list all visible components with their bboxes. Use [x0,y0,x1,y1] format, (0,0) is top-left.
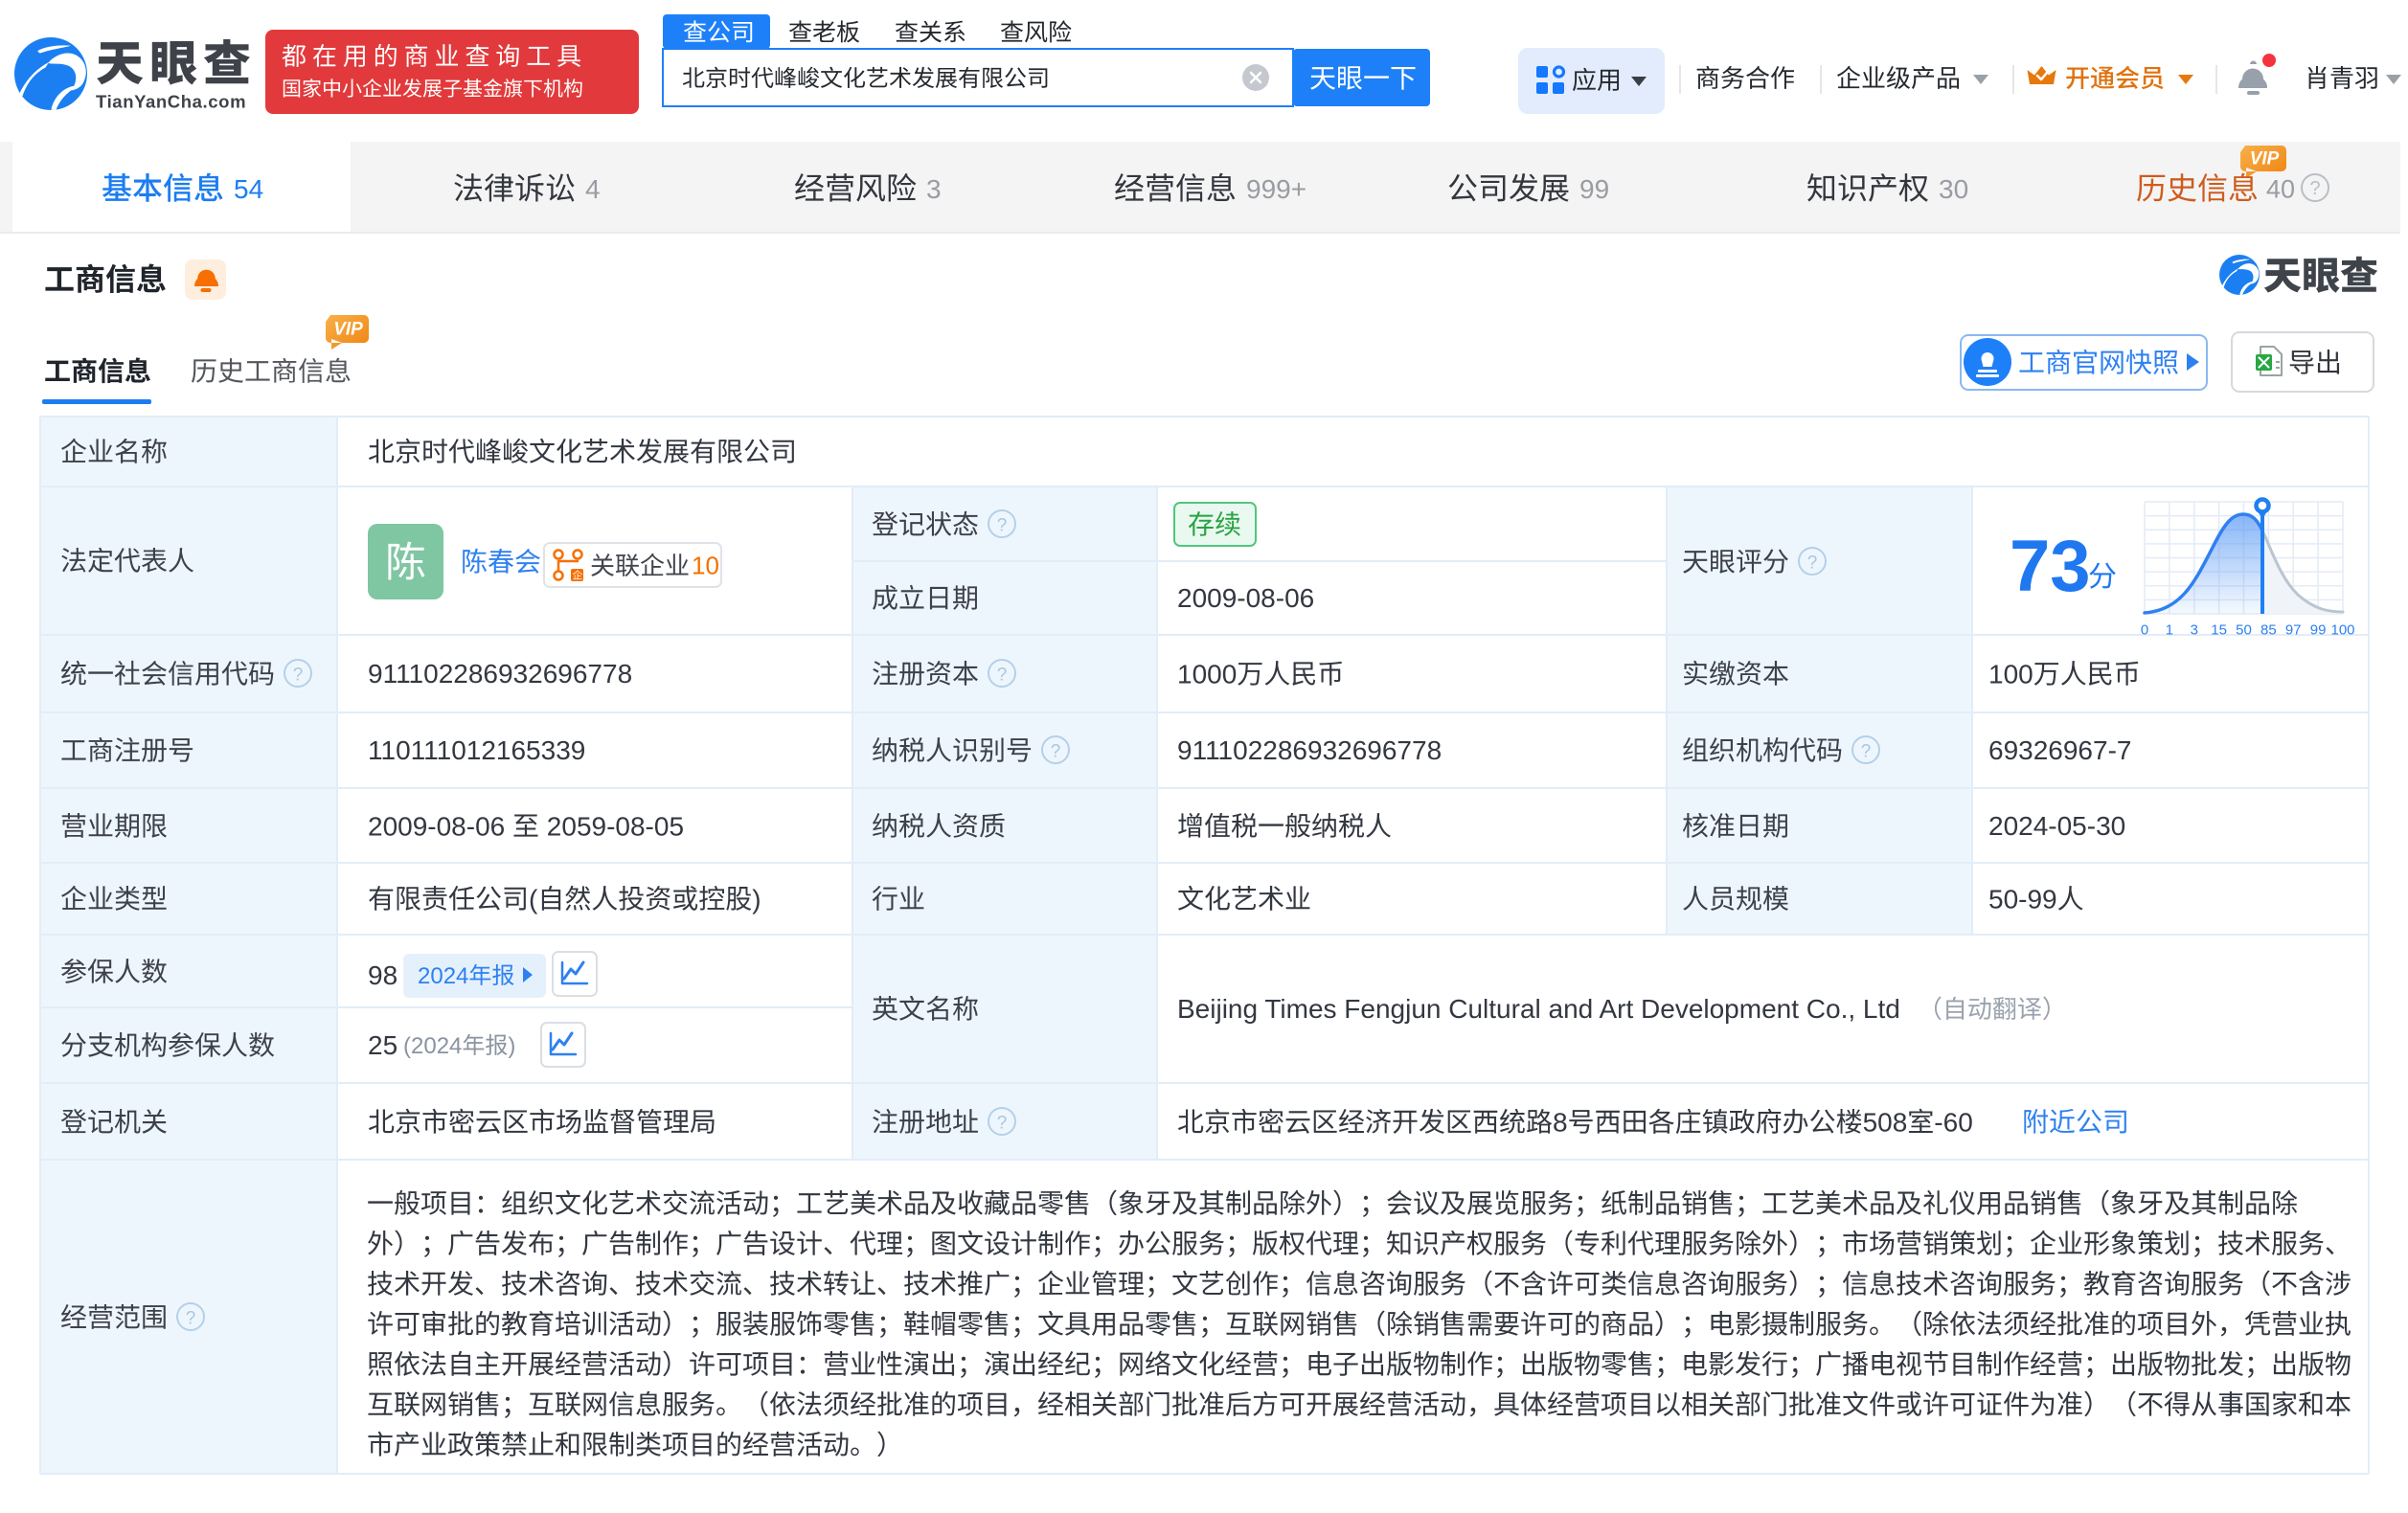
svg-text:69326967-7: 69326967-7 [1988,735,2131,765]
svg-text:?: ? [997,515,1008,535]
svg-text:85: 85 [2260,621,2277,638]
svg-text:2024-05-30: 2024-05-30 [1988,811,2125,841]
svg-text:99: 99 [2310,621,2327,638]
svg-text:40: 40 [2266,175,2295,204]
svg-text:): ) [752,885,761,915]
svg-text:(2024: (2024 [403,1033,462,1059]
svg-text:-60: -60 [1934,1108,1972,1138]
svg-text:?: ? [2309,178,2320,199]
svg-text:2024: 2024 [418,963,468,989]
svg-text:10: 10 [692,551,719,579]
svg-text:?: ? [1807,553,1818,573]
svg-text:911102286932696778: 911102286932696778 [368,659,632,689]
svg-text:?: ? [1861,741,1872,761]
svg-text:999+: 999+ [1246,174,1306,204]
svg-text:54: 54 [234,174,263,204]
svg-text:0: 0 [2141,621,2148,638]
svg-text:911102286932696778: 911102286932696778 [1177,735,1442,765]
svg-text:?: ? [997,1113,1008,1133]
svg-text:): ) [508,1033,515,1059]
svg-text:?: ? [1051,741,1061,761]
svg-text:30: 30 [1939,174,1968,204]
svg-text:(: ( [529,885,538,915]
svg-text:50: 50 [2236,621,2252,638]
svg-text:2059-08-05: 2059-08-05 [547,812,684,842]
svg-text:1000: 1000 [1177,660,1237,689]
svg-text:VIP: VIP [2250,148,2280,169]
svg-text:TianYanCha.com: TianYanCha.com [96,92,246,112]
svg-text:50-99: 50-99 [1988,885,2057,915]
svg-text:99: 99 [1579,174,1609,204]
svg-text:508: 508 [1863,1108,1908,1138]
svg-text:?: ? [186,1308,196,1328]
svg-text:110111012165339: 110111012165339 [368,735,585,765]
svg-text:1: 1 [2166,621,2173,638]
svg-text:100: 100 [2330,621,2354,638]
svg-text:VIP: VIP [333,319,363,339]
svg-text:?: ? [997,665,1008,685]
svg-text:2009-08-06: 2009-08-06 [368,812,505,842]
svg-text:100: 100 [1988,660,2033,689]
svg-text:?: ? [293,665,304,685]
svg-text:73: 73 [2010,526,2091,607]
svg-text:4: 4 [585,174,601,204]
svg-text:98: 98 [368,960,398,990]
svg-text:3: 3 [926,174,942,204]
svg-text:3: 3 [2191,621,2198,638]
svg-text:25: 25 [368,1030,398,1060]
svg-text:2009-08-06: 2009-08-06 [1177,583,1314,613]
svg-text:97: 97 [2285,621,2302,638]
svg-text:15: 15 [2211,621,2227,638]
svg-text:8: 8 [1553,1108,1568,1138]
svg-text:Beijing Times Fengjun Cultural: Beijing Times Fengjun Cultural and Art D… [1177,994,1900,1024]
